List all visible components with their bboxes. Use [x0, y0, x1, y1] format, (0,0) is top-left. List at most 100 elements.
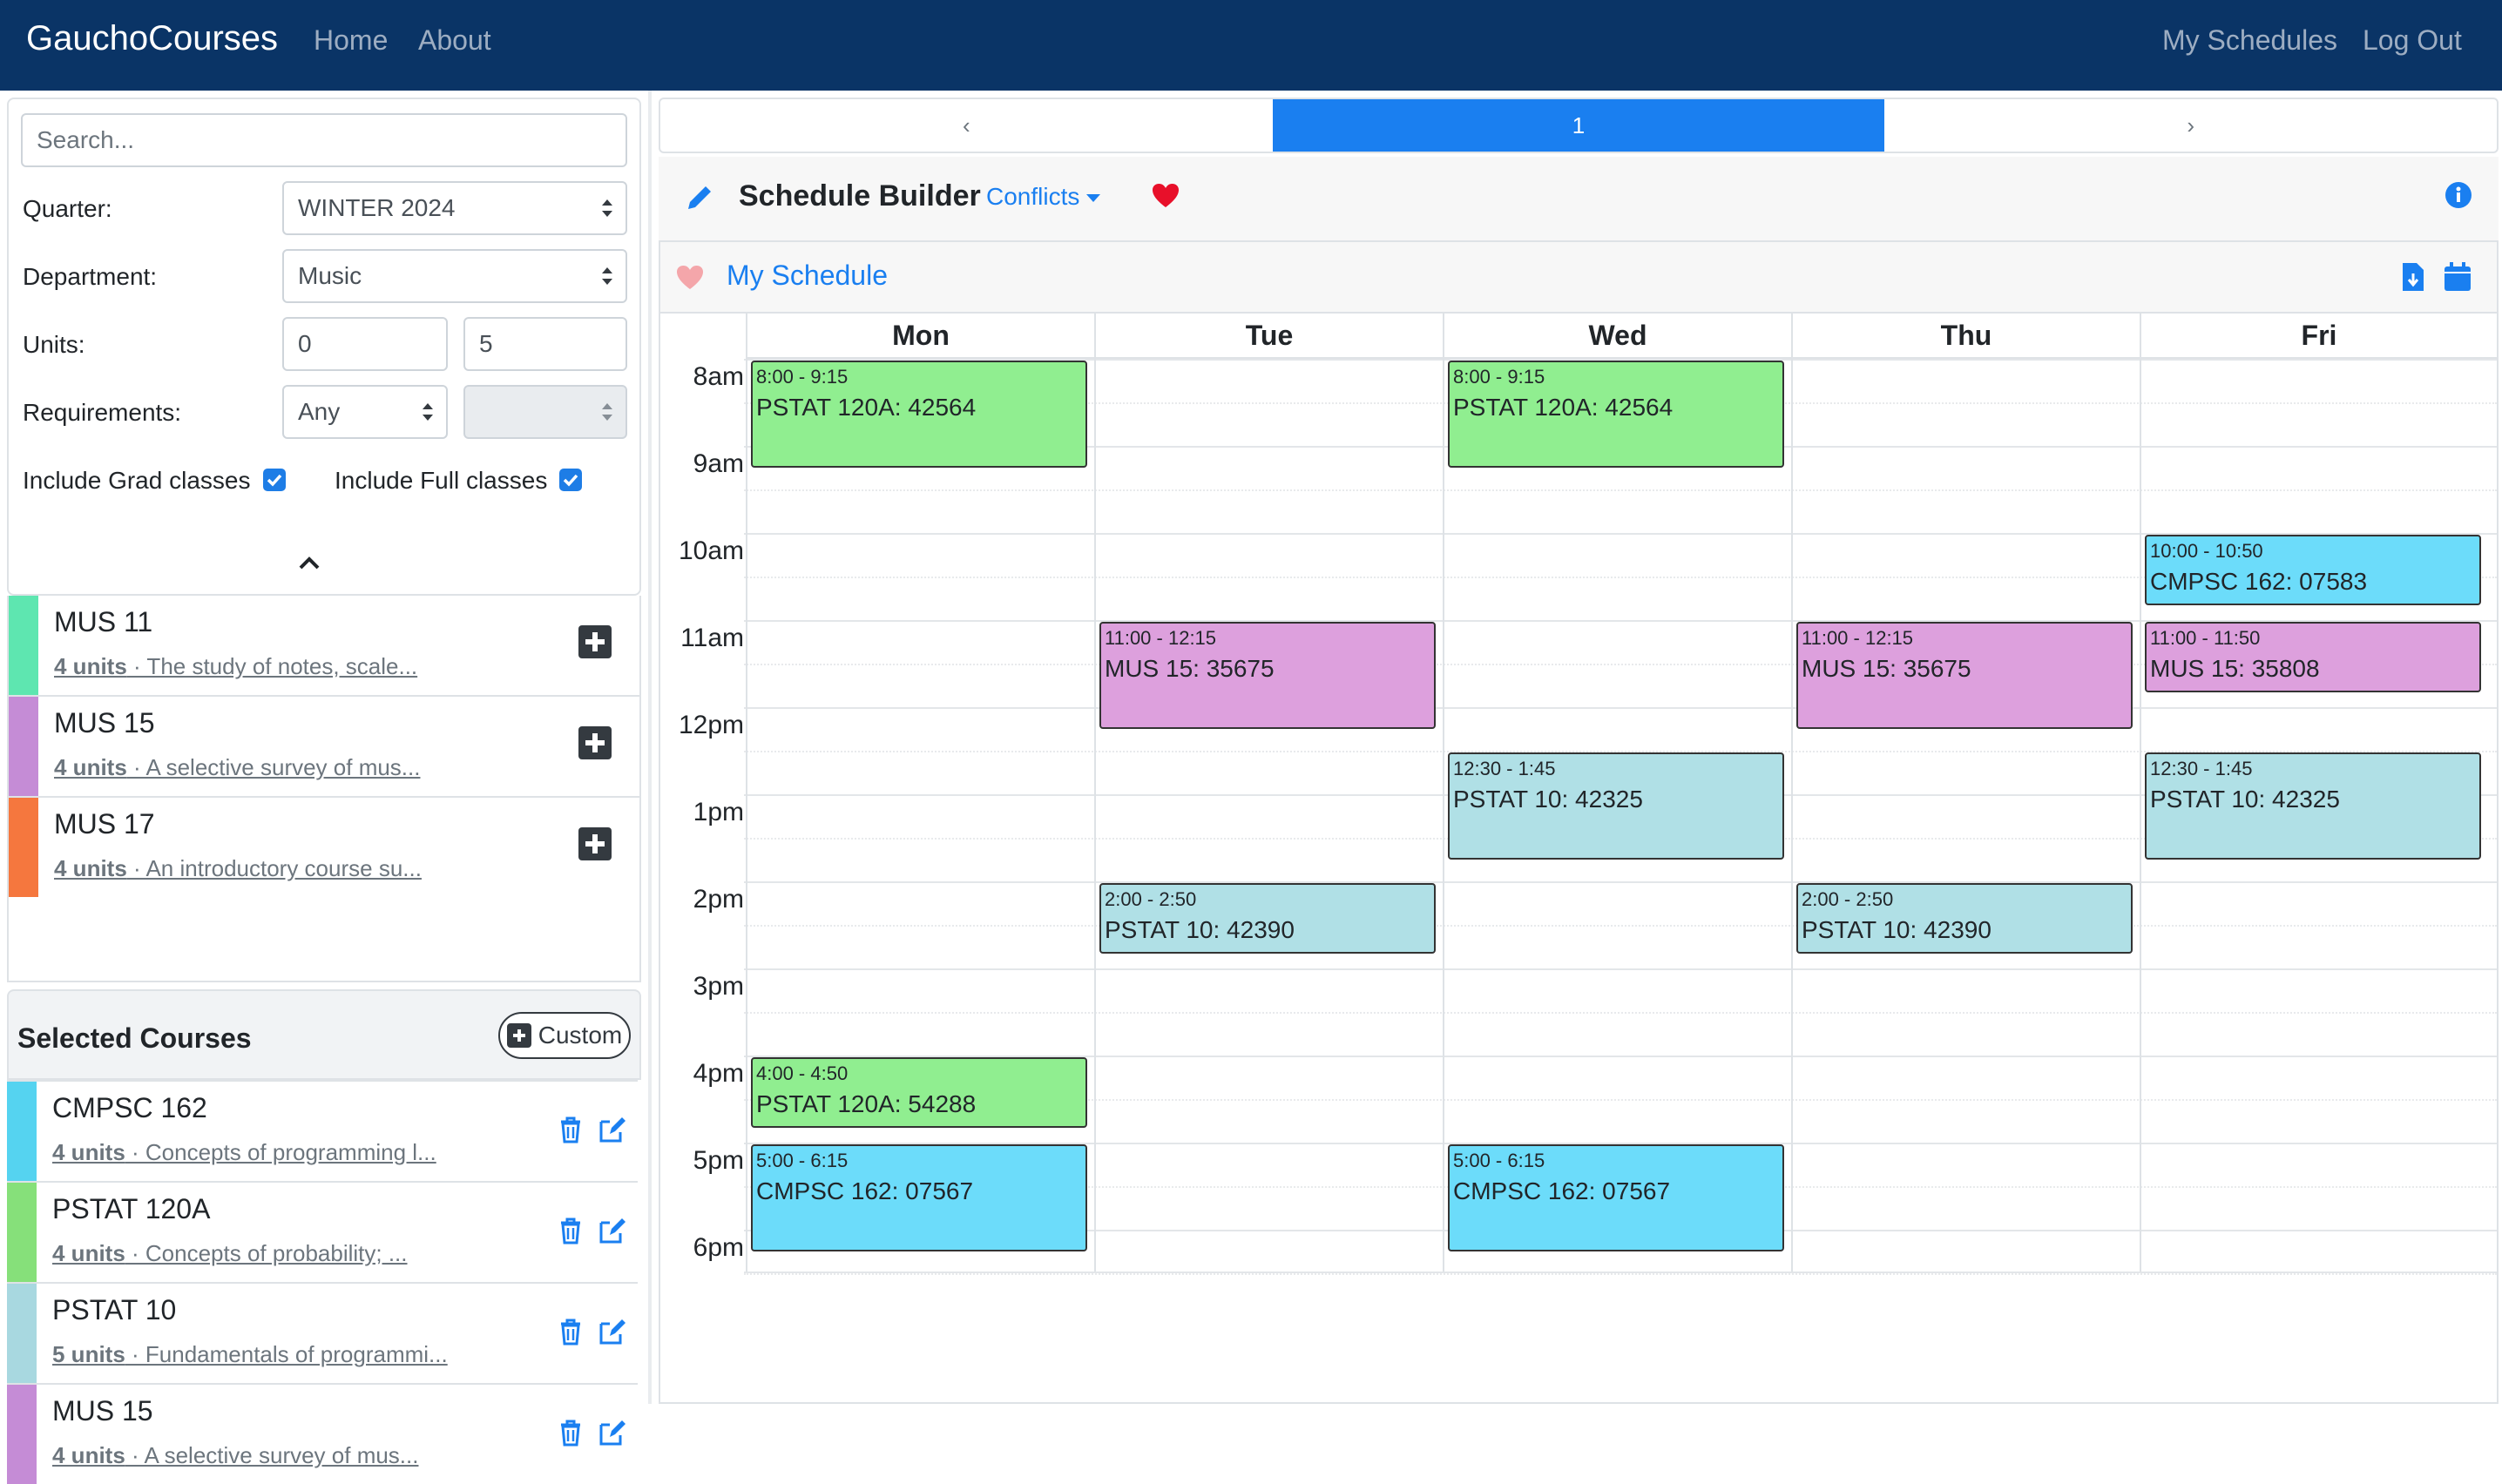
event-time: 2:00 - 2:50 — [1802, 888, 1894, 910]
include-full-checkbox[interactable] — [559, 469, 582, 491]
course-color-bar — [7, 1183, 37, 1282]
department-select[interactable]: Music — [282, 249, 627, 303]
event-label: PSTAT 10: 42325 — [2150, 786, 2340, 813]
day-column-divider — [2497, 359, 2499, 1272]
units-max-input[interactable]: 5 — [463, 317, 627, 371]
day-header-fri: Fri — [2140, 314, 2497, 359]
day-column-divider — [746, 359, 747, 1272]
conflicts-dropdown[interactable]: Conflicts — [986, 183, 1101, 211]
time-label: 4pm — [693, 1059, 744, 1088]
schedule-event[interactable]: 11:00 - 12:15 MUS 15: 35675 — [1796, 622, 2133, 729]
trash-icon[interactable] — [556, 1418, 585, 1447]
course-name: MUS 17 — [54, 808, 155, 840]
day-header-wed: Wed — [1443, 314, 1791, 359]
day-column-divider — [1791, 359, 1793, 1272]
nav-my-schedules-link[interactable]: My Schedules — [2162, 24, 2337, 57]
time-label: 12pm — [678, 711, 744, 739]
schedule-event[interactable]: 8:00 - 9:15 PSTAT 120A: 42564 — [1448, 361, 1784, 468]
calendar-bottom-line — [744, 1272, 2497, 1273]
weekly-calendar: Mon Tue Wed Thu Fri 8am 9am 10am 11am 12pm 1pm 2pm 3… — [660, 314, 2499, 1280]
course-color-bar — [7, 1082, 37, 1181]
brand-logo[interactable]: GauchoCourses — [26, 19, 278, 58]
time-label: 6pm — [693, 1233, 744, 1262]
units-min-input[interactable]: 0 — [282, 317, 448, 371]
edit-icon[interactable] — [598, 1115, 627, 1144]
schedule-event[interactable]: 4:00 - 4:50 PSTAT 120A: 54288 — [751, 1057, 1087, 1129]
schedule-event[interactable]: 10:00 - 10:50 CMPSC 162: 07583 — [2145, 535, 2481, 606]
schedule-title[interactable]: My Schedule — [727, 260, 888, 292]
select-arrows-icon — [602, 403, 612, 421]
event-time: 12:30 - 1:45 — [1453, 758, 1556, 779]
course-description[interactable]: 4 units · A selective survey of mus... — [54, 754, 420, 781]
add-course-button[interactable] — [578, 726, 612, 759]
edit-icon[interactable] — [598, 1216, 627, 1245]
heart-icon[interactable] — [676, 265, 704, 291]
pager-prev-button[interactable]: ‹ — [660, 99, 1273, 152]
schedule-event[interactable]: 12:30 - 1:45 PSTAT 10: 42325 — [1448, 752, 1784, 860]
calendar-icon[interactable] — [2443, 261, 2472, 293]
schedule-event[interactable]: 11:00 - 11:50 MUS 15: 35808 — [2145, 622, 2481, 693]
event-time: 11:00 - 11:50 — [2150, 627, 2261, 649]
pager-page-1[interactable]: 1 — [1272, 99, 1885, 152]
event-label: PSTAT 120A: 42564 — [1453, 394, 1674, 421]
quarter-select[interactable]: WINTER 2024 — [282, 181, 627, 235]
edit-icon[interactable] — [598, 1317, 627, 1346]
nav-about-link[interactable]: About — [418, 24, 491, 57]
course-description[interactable]: 4 units · The study of notes, scale... — [54, 653, 417, 680]
event-label: CMPSC 162: 07567 — [1453, 1177, 1671, 1204]
schedule-event[interactable]: 2:00 - 2:50 PSTAT 10: 42390 — [1099, 883, 1436, 954]
edit-icon[interactable] — [598, 1418, 627, 1447]
course-name: PSTAT 10 — [52, 1294, 177, 1325]
chevron-up-icon[interactable] — [296, 552, 322, 573]
quarter-label: Quarter: — [23, 195, 112, 222]
schedule-event[interactable]: 5:00 - 6:15 CMPSC 162: 07567 — [751, 1144, 1087, 1251]
day-column-divider — [2140, 359, 2141, 1272]
nav-logout-link[interactable]: Log Out — [2363, 24, 2462, 57]
event-time: 2:00 - 2:50 — [1105, 888, 1197, 910]
day-header-tue: Tue — [1094, 314, 1443, 359]
left-panel: Search... Quarter: WINTER 2024 Departmen… — [7, 98, 641, 1484]
download-icon[interactable] — [2401, 261, 2425, 293]
requirements-label: Requirements: — [23, 399, 182, 426]
schedule-event[interactable]: 2:00 - 2:50 PSTAT 10: 42390 — [1796, 883, 2133, 954]
schedule-event[interactable]: 8:00 - 9:15 PSTAT 120A: 42564 — [751, 361, 1087, 468]
custom-course-button[interactable]: Custom — [498, 1012, 631, 1059]
time-label: 8am — [693, 362, 744, 391]
nav-home-link[interactable]: Home — [314, 24, 388, 57]
include-grad-checkbox[interactable] — [263, 469, 286, 491]
search-input[interactable]: Search... — [21, 113, 627, 167]
selected-courses-header: Selected Courses Custom — [7, 989, 641, 1080]
pager-next-button[interactable]: › — [1884, 99, 2497, 152]
requirements-sub-select[interactable] — [463, 385, 627, 439]
schedule-event[interactable]: 12:30 - 1:45 PSTAT 10: 42325 — [2145, 752, 2481, 860]
schedule-event[interactable]: 5:00 - 6:15 CMPSC 162: 07567 — [1448, 1144, 1784, 1251]
trash-icon[interactable] — [556, 1317, 585, 1346]
course-description[interactable]: 4 units · Concepts of programming l... — [52, 1139, 436, 1166]
list-item[interactable]: MUS 11 4 units · The study of notes, sca… — [9, 596, 639, 695]
list-item[interactable]: MUS 17 4 units · An introductory course … — [9, 796, 639, 897]
trash-icon[interactable] — [556, 1115, 585, 1144]
department-value: Music — [298, 262, 362, 289]
event-label: MUS 15: 35675 — [1802, 655, 1971, 682]
add-course-button[interactable] — [578, 625, 612, 658]
add-course-button[interactable] — [578, 827, 612, 860]
requirements-select[interactable]: Any — [282, 385, 448, 439]
info-icon[interactable] — [2445, 181, 2472, 209]
event-label: CMPSC 162: 07567 — [756, 1177, 974, 1204]
course-description[interactable]: 4 units · Concepts of probability; ... — [52, 1240, 408, 1267]
course-description[interactable]: 5 units · Fundamentals of programmi... — [52, 1341, 448, 1368]
course-description[interactable]: 4 units · An introductory course su... — [54, 855, 422, 882]
time-label: 9am — [693, 449, 744, 478]
schedule-card-header: My Schedule — [660, 242, 2497, 314]
course-description[interactable]: 4 units · A selective survey of mus... — [52, 1442, 418, 1469]
event-label: PSTAT 10: 42390 — [1802, 916, 1991, 943]
event-time: 10:00 - 10:50 — [2150, 540, 2263, 562]
event-label: MUS 15: 35675 — [1105, 655, 1275, 682]
schedule-event[interactable]: 11:00 - 12:15 MUS 15: 35675 — [1099, 622, 1436, 729]
event-label: PSTAT 120A: 54288 — [756, 1090, 977, 1117]
pencil-icon[interactable] — [685, 183, 714, 212]
schedule-builder-title: Schedule Builder — [739, 179, 981, 212]
trash-icon[interactable] — [556, 1216, 585, 1245]
heart-icon[interactable] — [1152, 183, 1180, 209]
list-item[interactable]: MUS 15 4 units · A selective survey of m… — [9, 695, 639, 796]
